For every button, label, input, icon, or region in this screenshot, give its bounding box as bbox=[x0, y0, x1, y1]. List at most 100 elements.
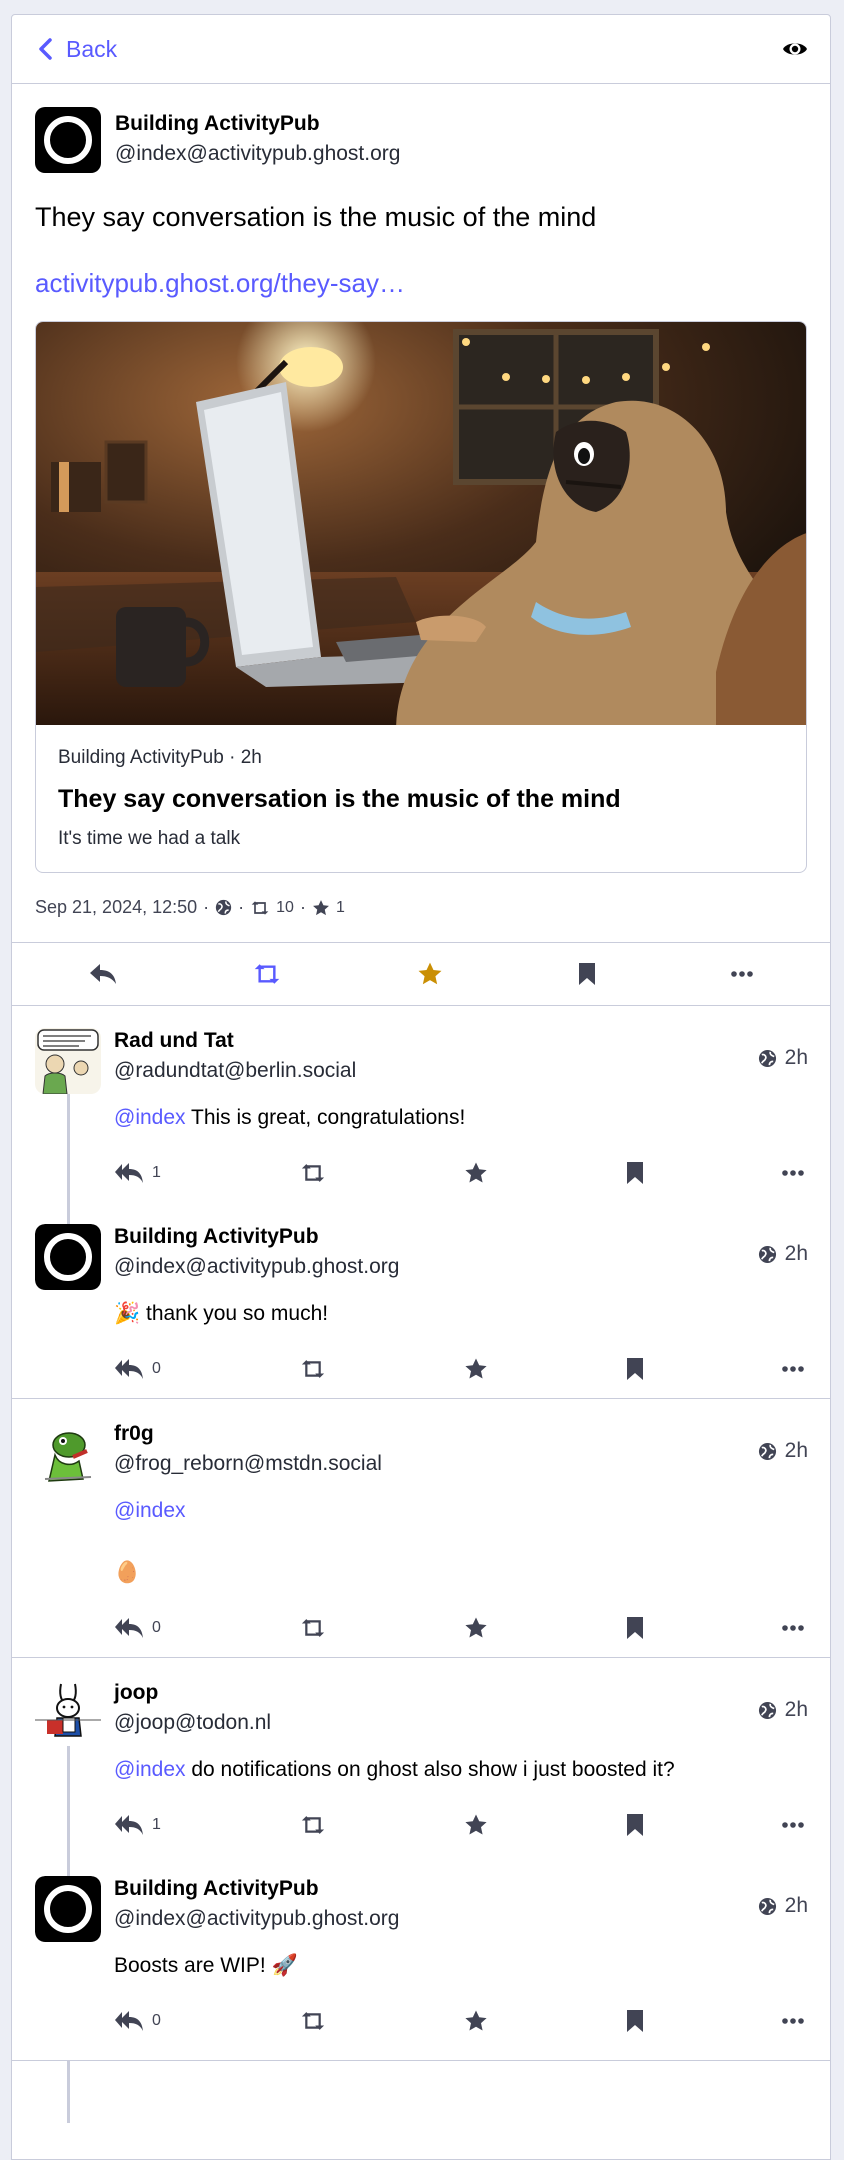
bookmark-icon bbox=[578, 963, 595, 985]
reply-status[interactable]: fr0g @frog_reborn@mstdn.social 2h @index… bbox=[12, 1399, 830, 1657]
author-handle: @index@activitypub.ghost.org bbox=[115, 142, 401, 165]
status-link[interactable]: activitypub.ghost.org/they-say… bbox=[35, 265, 807, 301]
favourite-button[interactable] bbox=[417, 961, 443, 987]
boost-button[interactable] bbox=[252, 963, 282, 985]
globe-icon bbox=[215, 899, 232, 916]
reply-body: Boosts are WIP! bbox=[114, 1954, 272, 1977]
boost-icon bbox=[301, 1619, 324, 1637]
reply-body: thank you so much! bbox=[140, 1302, 329, 1325]
reply-status[interactable]: Rad und Tat @radundtat@berlin.social 2h … bbox=[12, 1006, 830, 1202]
author-name: fr0g bbox=[114, 1422, 154, 1445]
boost-icon bbox=[251, 900, 269, 915]
avatar[interactable] bbox=[35, 1876, 101, 1942]
column-header: Back bbox=[12, 15, 830, 84]
reply-button[interactable] bbox=[89, 963, 117, 985]
avatar[interactable] bbox=[35, 107, 101, 173]
mention-link[interactable]: @index bbox=[114, 1499, 186, 1522]
favourite-button[interactable] bbox=[464, 2009, 488, 2033]
separator: · bbox=[203, 897, 210, 917]
reply-button[interactable]: 0 bbox=[114, 2010, 161, 2032]
more-button[interactable] bbox=[730, 971, 753, 977]
relative-time[interactable]: 2h bbox=[758, 1423, 808, 1479]
divider bbox=[12, 2060, 830, 2081]
custom-emoji: 🥚 bbox=[114, 1561, 141, 1584]
boost-count[interactable]: 10 bbox=[276, 899, 294, 917]
reply-thread: Rad und Tat @radundtat@berlin.social 2h … bbox=[12, 1006, 830, 1399]
reply-status[interactable]: joop @joop@todon.nl 2h @index do notific… bbox=[12, 1658, 830, 1854]
thread-line bbox=[67, 2061, 70, 2081]
card-title: They say conversation is the music of th… bbox=[58, 785, 621, 813]
reply-text: @index do notifications on ghost also sh… bbox=[114, 1756, 808, 1784]
reply-all-icon bbox=[115, 1815, 143, 1835]
bookmark-button[interactable] bbox=[626, 1161, 644, 1185]
reply-all-icon bbox=[115, 1359, 143, 1379]
boost-button[interactable] bbox=[299, 1359, 327, 1379]
favourite-button[interactable] bbox=[464, 1161, 488, 1185]
time-label: 2h bbox=[784, 1242, 808, 1265]
mention-link[interactable]: @index bbox=[114, 1758, 186, 1781]
status-action-bar bbox=[12, 942, 830, 1006]
reply-action-bar: 0 bbox=[114, 1340, 808, 1398]
relative-time[interactable]: 2h bbox=[758, 1682, 808, 1738]
reply-count: 0 bbox=[152, 1619, 161, 1636]
boost-button[interactable] bbox=[299, 1618, 327, 1638]
favourite-button[interactable] bbox=[464, 1813, 488, 1837]
more-button[interactable] bbox=[782, 1822, 804, 1828]
bookmark-button[interactable] bbox=[578, 962, 596, 986]
ellipsis-icon bbox=[782, 1366, 804, 1372]
eye-icon[interactable] bbox=[782, 40, 808, 58]
favourite-count[interactable]: 1 bbox=[336, 899, 345, 917]
avatar[interactable] bbox=[35, 1224, 101, 1290]
ellipsis-icon bbox=[782, 1625, 804, 1631]
boost-button[interactable] bbox=[299, 2011, 327, 2031]
ellipsis-icon bbox=[782, 2018, 804, 2024]
reply-count: 1 bbox=[152, 1164, 161, 1181]
card-meta: Building ActivityPub · 2h bbox=[58, 747, 262, 768]
avatar[interactable] bbox=[35, 1028, 101, 1094]
bookmark-button[interactable] bbox=[626, 1616, 644, 1640]
reply-count: 1 bbox=[152, 1816, 161, 1833]
more-button[interactable] bbox=[782, 1366, 804, 1372]
ellipsis-icon bbox=[730, 971, 753, 977]
globe-icon bbox=[758, 1245, 776, 1263]
link-preview-card[interactable]: Building ActivityPub · 2h They say conve… bbox=[35, 321, 807, 873]
avatar[interactable] bbox=[35, 1421, 101, 1487]
reply-button[interactable]: 0 bbox=[114, 1358, 161, 1380]
back-button[interactable]: Back bbox=[38, 36, 117, 63]
globe-icon bbox=[758, 1442, 776, 1460]
status-date[interactable]: Sep 21, 2024, 12:50 bbox=[35, 897, 197, 918]
reply-body: do notifications on ghost also show i ju… bbox=[185, 1758, 675, 1781]
boost-button[interactable] bbox=[299, 1163, 327, 1183]
mention-link[interactable]: @index bbox=[114, 1106, 186, 1129]
time-label: 2h bbox=[784, 1894, 808, 1917]
reply-button[interactable]: 1 bbox=[114, 1162, 161, 1184]
star-icon bbox=[465, 2010, 488, 2031]
reply-button[interactable]: 1 bbox=[114, 1814, 161, 1836]
relative-time[interactable]: 2h bbox=[758, 1226, 808, 1282]
relative-time[interactable]: 2h bbox=[758, 1878, 808, 1934]
bookmark-button[interactable] bbox=[626, 2009, 644, 2033]
bookmark-button[interactable] bbox=[626, 1357, 644, 1381]
more-button[interactable] bbox=[782, 1625, 804, 1631]
bookmark-button[interactable] bbox=[626, 1813, 644, 1837]
reply-icon bbox=[90, 964, 117, 984]
author-name: Building ActivityPub bbox=[114, 1877, 319, 1900]
reply-status[interactable]: Building ActivityPub @index@activitypub.… bbox=[12, 1854, 830, 2050]
status-author[interactable]: Building ActivityPub @index@activitypub.… bbox=[35, 107, 807, 173]
party-popper-emoji: 🎉 bbox=[114, 1302, 141, 1325]
reply-status[interactable]: Building ActivityPub @index@activitypub.… bbox=[12, 1202, 830, 1398]
ellipsis-icon bbox=[782, 1822, 804, 1828]
reply-action-bar: 1 bbox=[114, 1796, 808, 1854]
relative-time[interactable]: 2h bbox=[758, 1030, 808, 1086]
reply-button[interactable]: 0 bbox=[114, 1617, 161, 1639]
favourite-button[interactable] bbox=[464, 1616, 488, 1640]
reply-count: 0 bbox=[152, 2012, 161, 2029]
reply-text: @index bbox=[114, 1497, 808, 1525]
favourite-button[interactable] bbox=[464, 1357, 488, 1381]
separator: · bbox=[299, 897, 306, 917]
more-button[interactable] bbox=[782, 2018, 804, 2024]
boost-button[interactable] bbox=[299, 1815, 327, 1835]
more-button[interactable] bbox=[782, 1170, 804, 1176]
bookmark-icon bbox=[627, 1814, 644, 1836]
avatar[interactable] bbox=[35, 1680, 101, 1746]
